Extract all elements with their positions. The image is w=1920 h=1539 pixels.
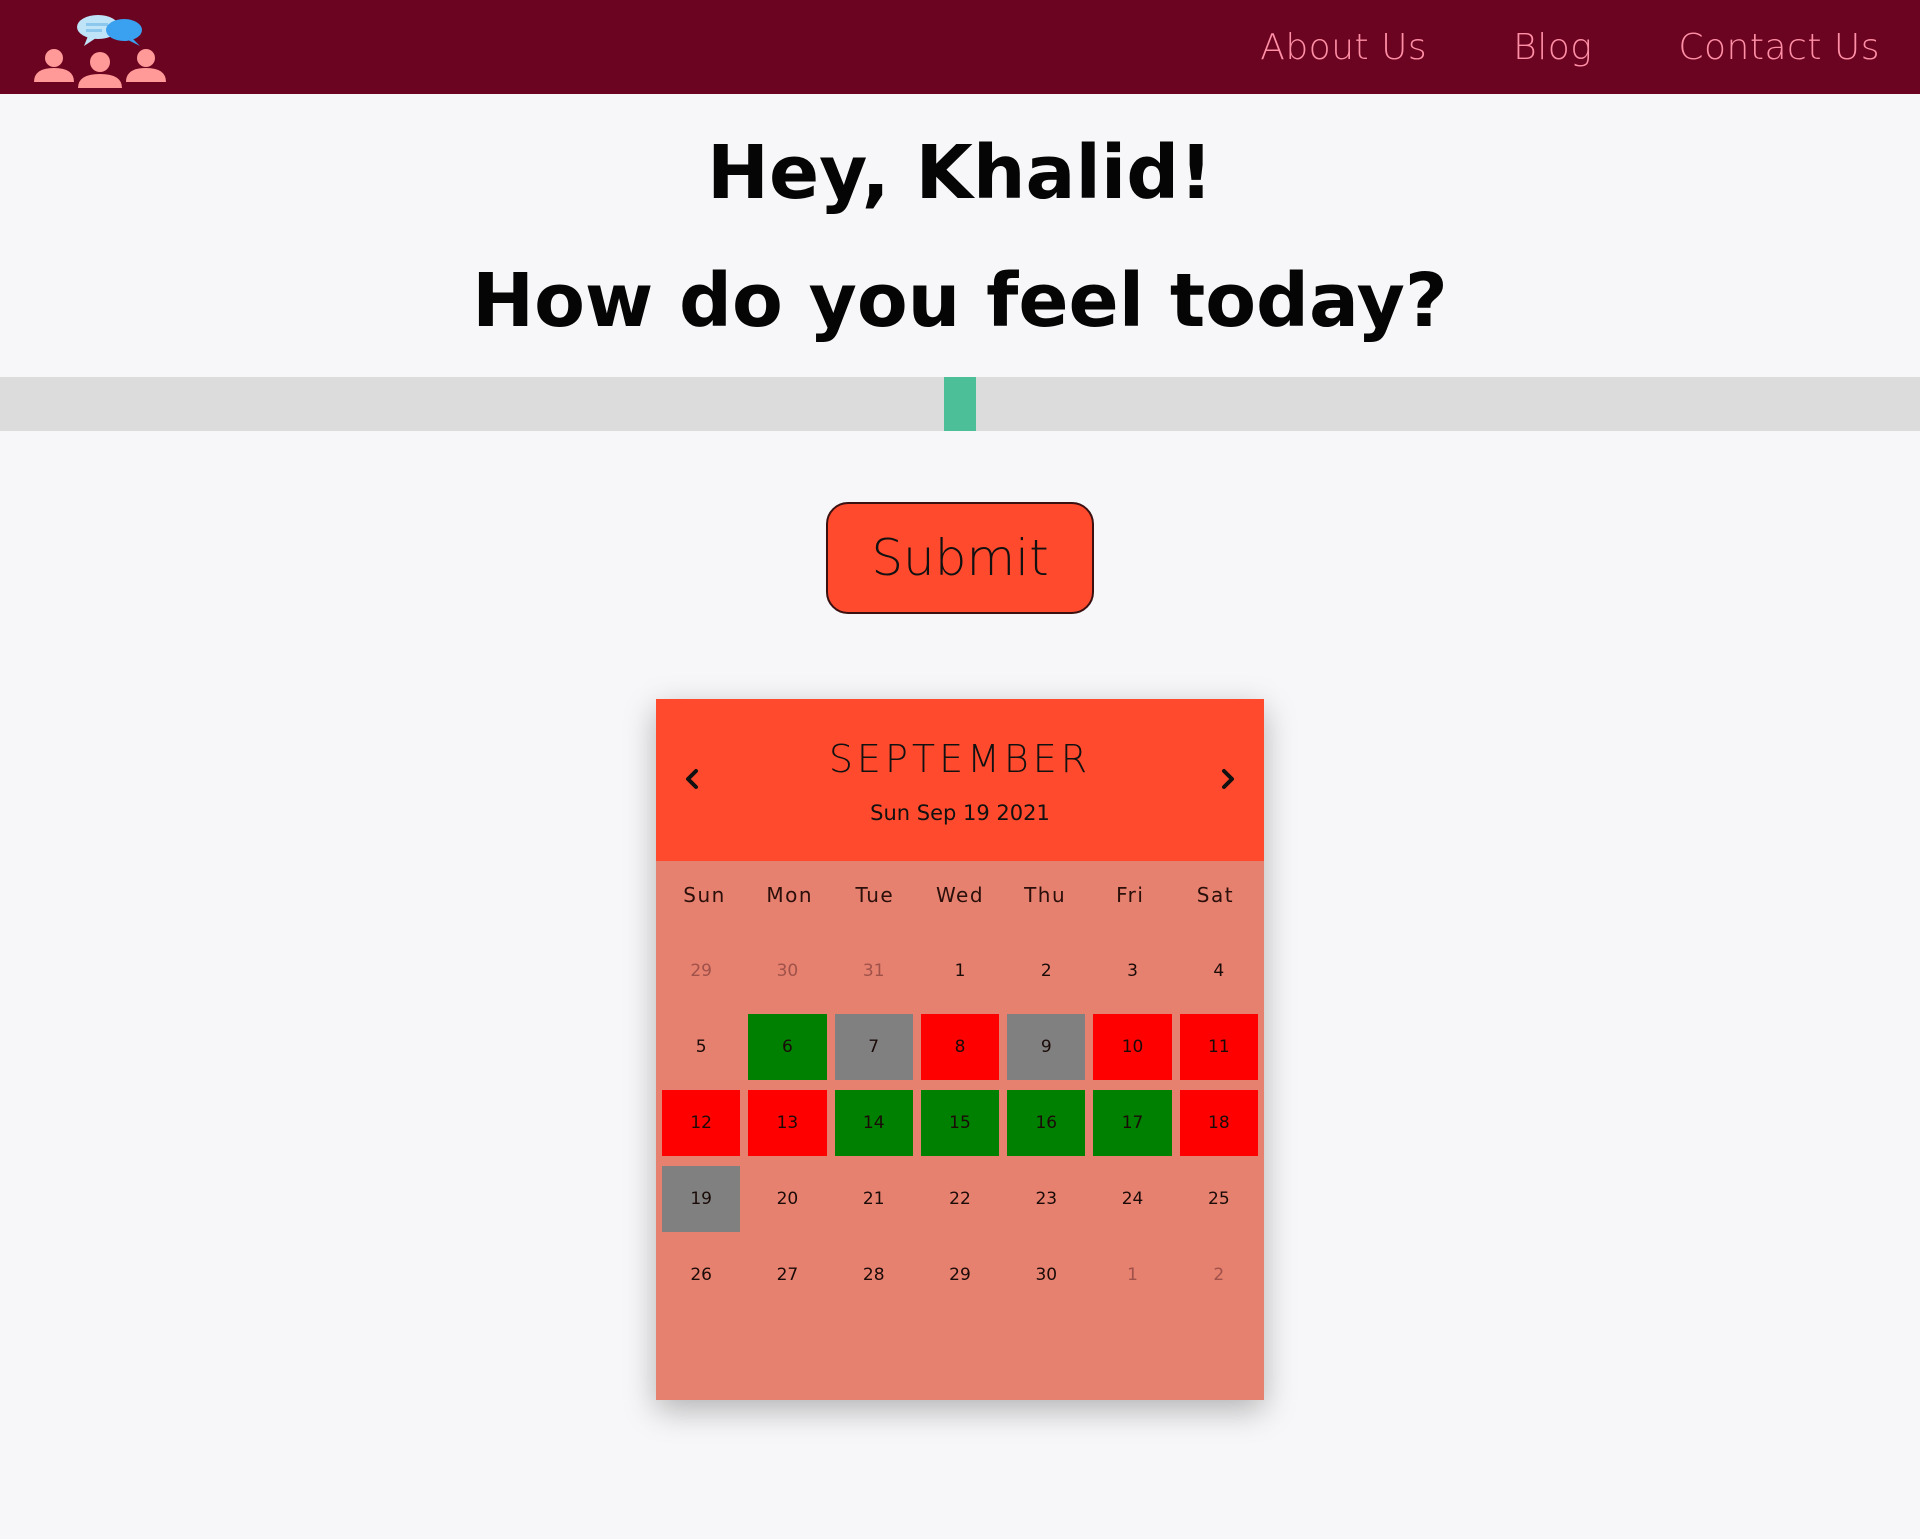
calendar-day[interactable]: 2 xyxy=(1180,1242,1258,1308)
weekday-label: Sat xyxy=(1196,883,1235,907)
calendar-day[interactable]: 29 xyxy=(921,1242,999,1308)
community-chat-logo-icon[interactable] xyxy=(28,12,173,88)
calendar-day[interactable]: 1 xyxy=(1093,1242,1171,1308)
calendar-day[interactable]: 6 xyxy=(748,1014,827,1080)
calendar-day[interactable]: 17 xyxy=(1093,1090,1172,1156)
calendar-selected-date: Sun Sep 19 2021 xyxy=(870,801,1050,825)
chevron-right-icon[interactable] xyxy=(1210,761,1246,797)
calendar-day[interactable]: 20 xyxy=(748,1166,826,1232)
mood-slider-track[interactable] xyxy=(0,377,1920,431)
weekday-label: Wed xyxy=(935,883,985,907)
calendar-day[interactable]: 2 xyxy=(1007,938,1085,1004)
calendar-day[interactable]: 1 xyxy=(921,938,999,1004)
calendar-day[interactable]: 18 xyxy=(1179,1090,1258,1156)
calendar-day[interactable]: 30 xyxy=(1007,1242,1085,1308)
calendar-day[interactable]: 23 xyxy=(1007,1166,1085,1232)
calendar-weekdays: Sun Mon Tue Wed Thu Fri Sat xyxy=(662,877,1258,913)
calendar-day[interactable]: 4 xyxy=(1180,938,1258,1004)
calendar-day[interactable]: 15 xyxy=(920,1090,1000,1156)
weekday-label: Tue xyxy=(855,883,895,907)
calendar-month: SEPTEMBER xyxy=(828,737,1092,781)
submit-button[interactable]: Submit xyxy=(826,502,1094,614)
weekday-label: Mon xyxy=(766,883,814,907)
calendar-day[interactable]: 13 xyxy=(748,1090,827,1156)
calendar-day[interactable]: 14 xyxy=(834,1090,913,1156)
calendar-day[interactable]: 25 xyxy=(1180,1166,1258,1232)
calendar-day[interactable]: 29 xyxy=(662,938,740,1004)
calendar-day[interactable]: 21 xyxy=(835,1166,913,1232)
greeting-title: Hey, Khalid! xyxy=(707,130,1213,216)
calendar-header: SEPTEMBER Sun Sep 19 2021 xyxy=(656,699,1264,861)
nav-blog-link[interactable]: Blog xyxy=(1513,27,1592,68)
calendar-day[interactable]: 27 xyxy=(748,1242,826,1308)
calendar-day[interactable]: 10 xyxy=(1093,1014,1172,1080)
calendar-day[interactable]: 16 xyxy=(1007,1090,1086,1156)
calendar-day[interactable]: 9 xyxy=(1007,1014,1086,1080)
calendar-day[interactable]: 8 xyxy=(920,1014,1000,1080)
calendar-day[interactable]: 22 xyxy=(921,1166,999,1232)
weekday-label: Fri xyxy=(1116,883,1145,907)
calendar-day[interactable]: 19 xyxy=(662,1166,741,1232)
calendar-day[interactable]: 26 xyxy=(662,1242,740,1308)
calendar-day[interactable]: 3 xyxy=(1093,938,1171,1004)
calendar-day[interactable]: 12 xyxy=(662,1090,741,1156)
mood-question: How do you feel today? xyxy=(472,258,1448,344)
mood-calendar: SEPTEMBER Sun Sep 19 2021 Sun Mon Tue We… xyxy=(656,699,1264,1400)
calendar-day[interactable]: 24 xyxy=(1093,1166,1171,1232)
calendar-day[interactable]: 30 xyxy=(748,938,826,1004)
weekday-label: Sun xyxy=(683,883,726,907)
calendar-day[interactable]: 31 xyxy=(835,938,913,1004)
nav-contact-us-link[interactable]: Contact Us xyxy=(1678,27,1880,68)
calendar-day[interactable]: 5 xyxy=(662,1014,740,1080)
weekday-label: Thu xyxy=(1024,883,1067,907)
mood-slider-thumb[interactable] xyxy=(944,377,976,431)
calendar-day[interactable]: 11 xyxy=(1179,1014,1258,1080)
nav-about-us-link[interactable]: About Us xyxy=(1260,27,1427,68)
calendar-day[interactable]: 7 xyxy=(834,1014,913,1080)
calendar-days-grid: 29 30 31 1 2 3 4 5 6 7 8 9 10 11 12 13 14 15 16 17 18 19 20 21 2… xyxy=(662,933,1258,1313)
top-navbar: About Us Blog Contact Us xyxy=(0,0,1920,94)
main-nav: About Us Blog Contact Us xyxy=(1260,0,1920,94)
calendar-day[interactable]: 28 xyxy=(835,1242,913,1308)
